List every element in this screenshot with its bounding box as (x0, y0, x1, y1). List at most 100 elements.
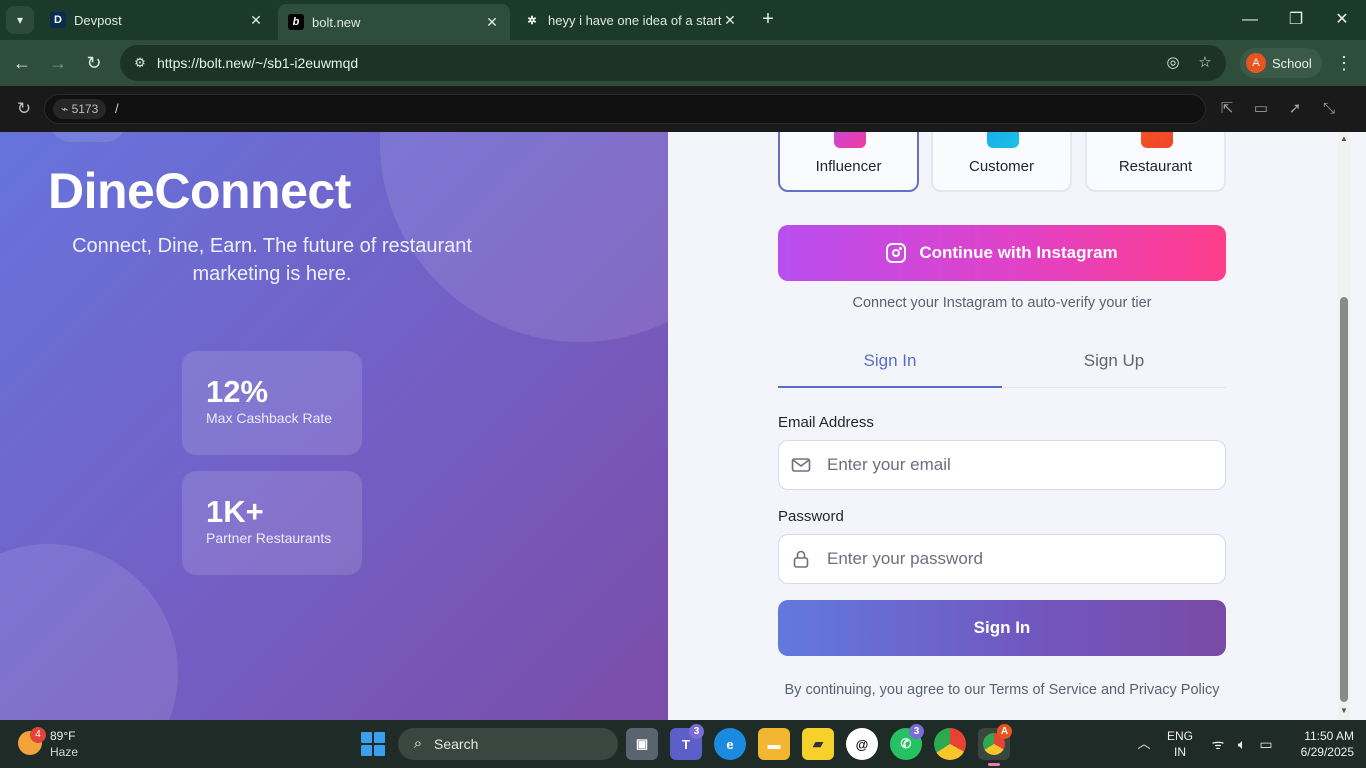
weather-condition: Haze (50, 745, 79, 759)
browser-tab-strip: ▾ D Devpost ✕ b bolt.new ✕ ✲ heyy i have… (0, 0, 1366, 40)
instagram-button-label: Continue with Instagram (919, 243, 1118, 262)
bookmark-star-icon[interactable]: ☆ (1193, 51, 1217, 75)
decorative-circle (0, 544, 178, 720)
role-influencer[interactable]: Influencer (778, 132, 919, 192)
chrome-profile-icon[interactable]: A (978, 724, 1012, 766)
page-gutter (1350, 132, 1366, 720)
scroll-up-icon[interactable]: ▲ (1339, 134, 1349, 144)
whatsapp-badge: 3 (909, 724, 924, 739)
clock-time: 11:50 AM (1304, 729, 1354, 743)
sticky-notes-icon[interactable]: ▰ (802, 728, 834, 760)
continue-with-instagram-button[interactable]: Continue with Instagram (778, 225, 1226, 281)
tab-sign-in[interactable]: Sign In (778, 338, 1002, 388)
edge-icon[interactable]: e (714, 728, 746, 760)
email-label: Email Address (778, 414, 874, 431)
tab-sign-up[interactable]: Sign Up (1002, 338, 1226, 388)
reload-icon[interactable]: ↻ (82, 51, 106, 75)
hero-panel: DineConnect Connect, Dine, Earn. The fut… (0, 132, 668, 720)
taskbar: 4 89°F Haze ⌕ Search ▣ T 3 e ▬ ▰ @ ✆ 3 A… (0, 720, 1366, 768)
weather-alert-badge: 4 (30, 727, 46, 743)
auth-panel: Influencer Customer Restaurant Continue … (668, 132, 1338, 720)
profile-badge: A (997, 724, 1012, 739)
clock[interactable]: 11:50 AM 6/29/2025 (1284, 728, 1354, 760)
port-chip[interactable]: ⌁ 5173 (53, 99, 107, 119)
utensils-role-icon (1141, 132, 1173, 148)
inspect-pointer-icon[interactable]: ➚ (1283, 97, 1307, 121)
sign-in-button[interactable]: Sign In (778, 600, 1226, 656)
windows-start-icon[interactable] (361, 732, 385, 756)
role-label: Influencer (815, 158, 882, 175)
taskbar-search[interactable]: ⌕ Search (398, 728, 618, 760)
avatar: A (1246, 53, 1266, 73)
brand-title: DineConnect (48, 163, 351, 219)
preview-path-input[interactable]: ⌁ 5173 / (44, 94, 1206, 124)
tab-title: bolt.new (312, 14, 361, 30)
search-icon: ⌕ (413, 735, 423, 752)
minimize-icon[interactable]: — (1238, 8, 1262, 32)
address-bar[interactable]: ⚙ https://bolt.new/~/sb1-i2euwmqd ◎ ☆ (120, 45, 1226, 81)
close-tab-icon[interactable]: ✕ (484, 14, 500, 30)
battery-icon[interactable]: ▭ (1256, 734, 1276, 754)
chatgpt-favicon-icon: ✲ (527, 14, 537, 27)
password-input[interactable] (827, 535, 1217, 583)
restore-icon[interactable]: ❐ (1284, 8, 1308, 32)
page-scrollbar[interactable]: ▲ ▼ (1338, 132, 1350, 720)
close-window-icon[interactable]: ✕ (1330, 8, 1354, 32)
logo-badge (50, 132, 126, 142)
port-number: 5173 (71, 102, 99, 116)
lang-line1: ENG (1166, 729, 1193, 743)
role-label: Customer (968, 158, 1035, 175)
role-customer[interactable]: Customer (931, 132, 1072, 192)
fullscreen-icon[interactable]: ⤡ (1317, 97, 1341, 121)
scrollbar-thumb[interactable] (1340, 297, 1348, 702)
stat-label: Partner Restaurants (206, 530, 332, 546)
profile-label: School (1272, 55, 1312, 71)
clock-date: 6/29/2025 (1300, 745, 1354, 759)
task-view-icon[interactable]: ▣ (626, 728, 658, 760)
browser-toolbar: ← → ↻ ⚙ https://bolt.new/~/sb1-i2euwmqd … (0, 40, 1366, 86)
open-external-icon[interactable]: ⇱ (1215, 97, 1239, 121)
wifi-icon[interactable]: ᯤ (1208, 734, 1228, 754)
new-tab-button[interactable]: + (758, 9, 778, 30)
language-indicator[interactable]: ENG IN (1162, 728, 1198, 760)
site-info-icon[interactable]: ⚙ (128, 51, 152, 75)
search-label: Search (434, 736, 479, 752)
role-restaurant[interactable]: Restaurant (1085, 132, 1226, 192)
teams-icon[interactable]: T 3 (670, 724, 704, 760)
preview-path[interactable]: / (115, 101, 119, 116)
file-explorer-icon[interactable]: ▬ (758, 728, 790, 760)
close-tab-icon[interactable]: ✕ (722, 12, 738, 28)
email-input[interactable] (827, 441, 1217, 489)
whatsapp-icon[interactable]: ✆ 3 (890, 724, 924, 760)
lang-line2: IN (1174, 745, 1186, 759)
stat-label: Max Cashback Rate (206, 410, 333, 426)
tray-overflow-icon[interactable]: ︿ (1134, 734, 1154, 754)
profile-button[interactable]: A School (1240, 48, 1322, 78)
device-preview-icon[interactable]: ▭ (1249, 97, 1273, 121)
eye-off-icon[interactable]: ◎ (1161, 51, 1185, 75)
app-page: DineConnect Connect, Dine, Earn. The fut… (0, 132, 1366, 720)
scroll-down-icon[interactable]: ▼ (1339, 706, 1349, 716)
tab-search-icon[interactable]: ▾ (6, 6, 34, 34)
threads-icon[interactable]: @ (846, 728, 878, 760)
weather-widget[interactable]: 4 89°F Haze (16, 727, 126, 761)
forward-icon[interactable]: → (46, 51, 70, 75)
close-tab-icon[interactable]: ✕ (248, 12, 264, 28)
preview-reload-icon[interactable]: ↻ (12, 97, 36, 121)
tab-title: Devpost (74, 12, 122, 28)
volume-icon[interactable]: 🔈︎ (1232, 734, 1252, 754)
instagram-icon (886, 243, 907, 263)
plug-icon: ⌁ (61, 102, 72, 116)
user-role-icon (987, 132, 1019, 148)
auth-tabs: Sign In Sign Up (778, 338, 1226, 388)
browser-menu-icon[interactable]: ⋮ (1332, 51, 1356, 75)
url-text[interactable]: https://bolt.new/~/sb1-i2euwmqd (157, 55, 358, 71)
email-field[interactable] (778, 440, 1226, 490)
tab-bolt[interactable]: b bolt.new ✕ (278, 4, 510, 40)
tab-devpost[interactable]: D Devpost ✕ (40, 4, 274, 36)
back-icon[interactable]: ← (10, 51, 34, 75)
tab-chat[interactable]: ✲ heyy i have one idea of a startu ✕ (514, 4, 748, 36)
password-field[interactable] (778, 534, 1226, 584)
instagram-note: Connect your Instagram to auto-verify yo… (852, 295, 1152, 311)
chrome-icon[interactable] (934, 728, 966, 760)
